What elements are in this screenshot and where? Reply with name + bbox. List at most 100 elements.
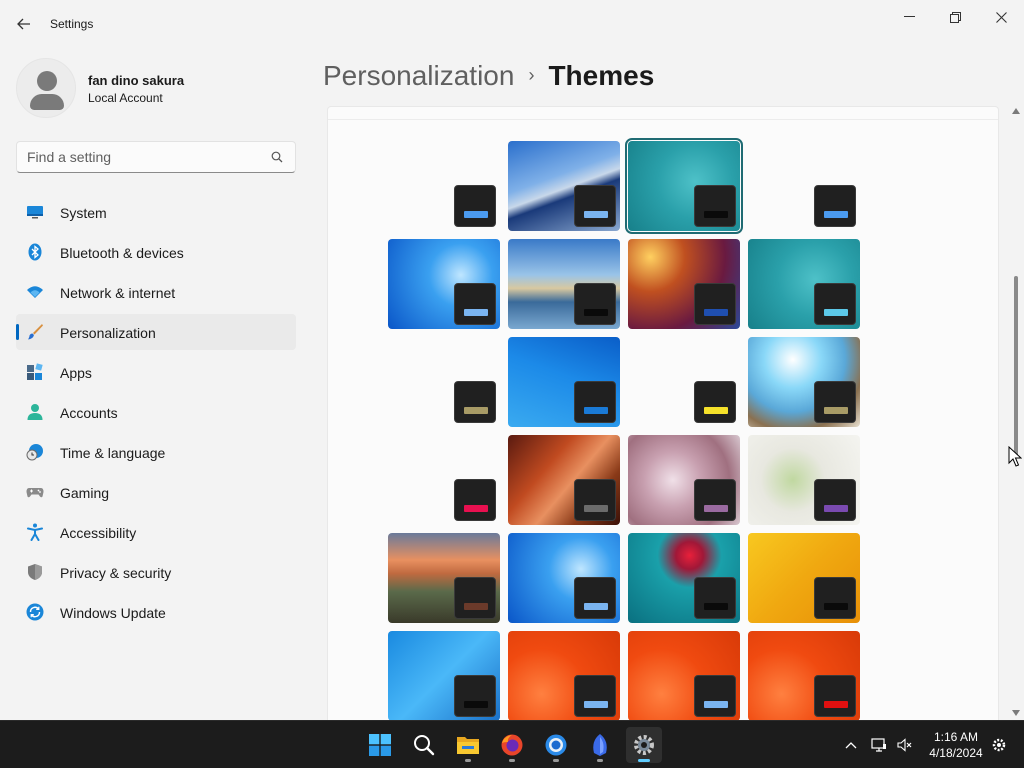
- taskbar-preview: [694, 479, 736, 521]
- taskbar-preview: [454, 381, 496, 423]
- taskbar-preview: [454, 479, 496, 521]
- theme-tile[interactable]: [388, 337, 500, 427]
- taskbar-preview: [454, 283, 496, 325]
- accent-swatch: [464, 407, 488, 414]
- breadcrumb: Personalization › Themes: [323, 60, 654, 92]
- theme-tile[interactable]: [628, 435, 740, 525]
- taskbar-clock-date[interactable]: 4/18/2024: [924, 746, 988, 760]
- sidebar-item-network[interactable]: Network & internet: [16, 274, 296, 310]
- theme-tile[interactable]: [628, 533, 740, 623]
- theme-tile-selected[interactable]: [625, 138, 743, 234]
- accent-swatch: [584, 701, 608, 708]
- taskbar-preview: [454, 675, 496, 717]
- firefox-icon: [501, 734, 523, 756]
- sidebar-item-apps[interactable]: Apps: [16, 354, 296, 390]
- theme-tile[interactable]: [748, 239, 860, 329]
- accent-swatch: [584, 309, 608, 316]
- firefox-button[interactable]: [494, 727, 530, 763]
- minimize-icon: [903, 16, 915, 17]
- chevron-right-icon: ›: [528, 65, 535, 85]
- accent-swatch: [824, 505, 848, 512]
- accent-swatch: [704, 603, 728, 610]
- back-button[interactable]: [10, 10, 38, 38]
- sidebar-item-time-language[interactable]: Time & language: [16, 434, 296, 470]
- theme-tile[interactable]: [628, 631, 740, 720]
- theme-tile[interactable]: [388, 141, 500, 231]
- start-button[interactable]: [362, 727, 398, 763]
- theme-tile[interactable]: [508, 631, 620, 720]
- accent-swatch: [584, 505, 608, 512]
- volume-tray-button[interactable]: [894, 721, 916, 768]
- accent-swatch: [704, 211, 728, 218]
- sidebar-item-label: Accessibility: [60, 525, 137, 541]
- accent-swatch: [464, 309, 488, 316]
- sidebar-item-label: Network & internet: [60, 285, 176, 301]
- theme-tile[interactable]: [388, 435, 500, 525]
- volume-muted-icon: [897, 738, 912, 752]
- theme-tile[interactable]: [748, 533, 860, 623]
- theme-tile[interactable]: [388, 631, 500, 720]
- breadcrumb-parent[interactable]: Personalization: [323, 60, 514, 91]
- taskbar-preview: [454, 185, 496, 227]
- sidebar-item-personalization[interactable]: Personalization: [16, 314, 296, 350]
- feather-app-button[interactable]: [582, 727, 618, 763]
- accent-swatch: [704, 505, 728, 512]
- taskbar-preview: [814, 675, 856, 717]
- theme-tile[interactable]: [628, 337, 740, 427]
- taskbar-clock-time[interactable]: 1:16 AM: [924, 730, 988, 744]
- sidebar-item-label: Accounts: [60, 405, 118, 421]
- theme-tile[interactable]: [508, 239, 620, 329]
- theme-tile[interactable]: [508, 141, 620, 231]
- theme-tile[interactable]: [748, 631, 860, 720]
- theme-tile[interactable]: [508, 337, 620, 427]
- search-icon[interactable]: [271, 151, 283, 163]
- accent-swatch: [824, 309, 848, 316]
- settings-taskbar-button[interactable]: [626, 727, 662, 763]
- close-button[interactable]: [978, 2, 1024, 32]
- sidebar-item-accounts[interactable]: Accounts: [16, 394, 296, 430]
- theme-tile[interactable]: [388, 533, 500, 623]
- theme-tile[interactable]: [388, 239, 500, 329]
- sidebar-item-accessibility[interactable]: Accessibility: [16, 514, 296, 550]
- theme-tile[interactable]: [748, 141, 860, 231]
- divider: [328, 119, 998, 120]
- user-profile[interactable]: fan dino sakura Local Account: [16, 58, 306, 118]
- theme-tile[interactable]: [628, 239, 740, 329]
- taskbar-preview: [814, 381, 856, 423]
- scroll-up-icon[interactable]: [1012, 108, 1020, 114]
- sidebar-item-gaming[interactable]: Gaming: [16, 474, 296, 510]
- theme-tile[interactable]: [748, 435, 860, 525]
- search-input[interactable]: [27, 149, 267, 165]
- bluetooth-icon: [28, 243, 42, 261]
- sidebar-item-privacy-security[interactable]: Privacy & security: [16, 554, 296, 590]
- theme-tile[interactable]: [508, 435, 620, 525]
- sidebar-item-windows-update[interactable]: Windows Update: [16, 594, 296, 630]
- file-explorer-button[interactable]: [450, 727, 486, 763]
- settings-search[interactable]: [16, 141, 296, 173]
- minimize-button[interactable]: [886, 2, 932, 32]
- sidebar-nav: System Bluetooth & devices Network & int…: [16, 194, 296, 634]
- scroll-down-icon[interactable]: [1012, 710, 1020, 716]
- title-bar: Settings: [0, 0, 1024, 48]
- sidebar-item-system[interactable]: System: [16, 194, 296, 230]
- theme-tile[interactable]: [748, 337, 860, 427]
- taskbar-preview: [814, 577, 856, 619]
- vertical-scrollbar[interactable]: [1011, 106, 1024, 720]
- taskbar-preview: [694, 185, 736, 227]
- taskbar-preview: [574, 479, 616, 521]
- sidebar-item-label: Time & language: [60, 445, 166, 461]
- theme-tile[interactable]: [508, 533, 620, 623]
- sidebar-item-bluetooth[interactable]: Bluetooth & devices: [16, 234, 296, 270]
- restore-button[interactable]: [932, 2, 978, 32]
- taskbar-preview: [694, 283, 736, 325]
- accent-swatch: [704, 309, 728, 316]
- show-hidden-icons-button[interactable]: [840, 721, 862, 768]
- taskbar-preview: [454, 577, 496, 619]
- accent-swatch: [824, 211, 848, 218]
- taskbar-search-button[interactable]: [406, 727, 442, 763]
- network-tray-button[interactable]: [868, 721, 890, 768]
- scroll-thumb[interactable]: [1014, 276, 1018, 456]
- chrome-button[interactable]: [538, 727, 574, 763]
- themes-panel: [327, 106, 999, 720]
- notifications-button[interactable]: [988, 721, 1010, 768]
